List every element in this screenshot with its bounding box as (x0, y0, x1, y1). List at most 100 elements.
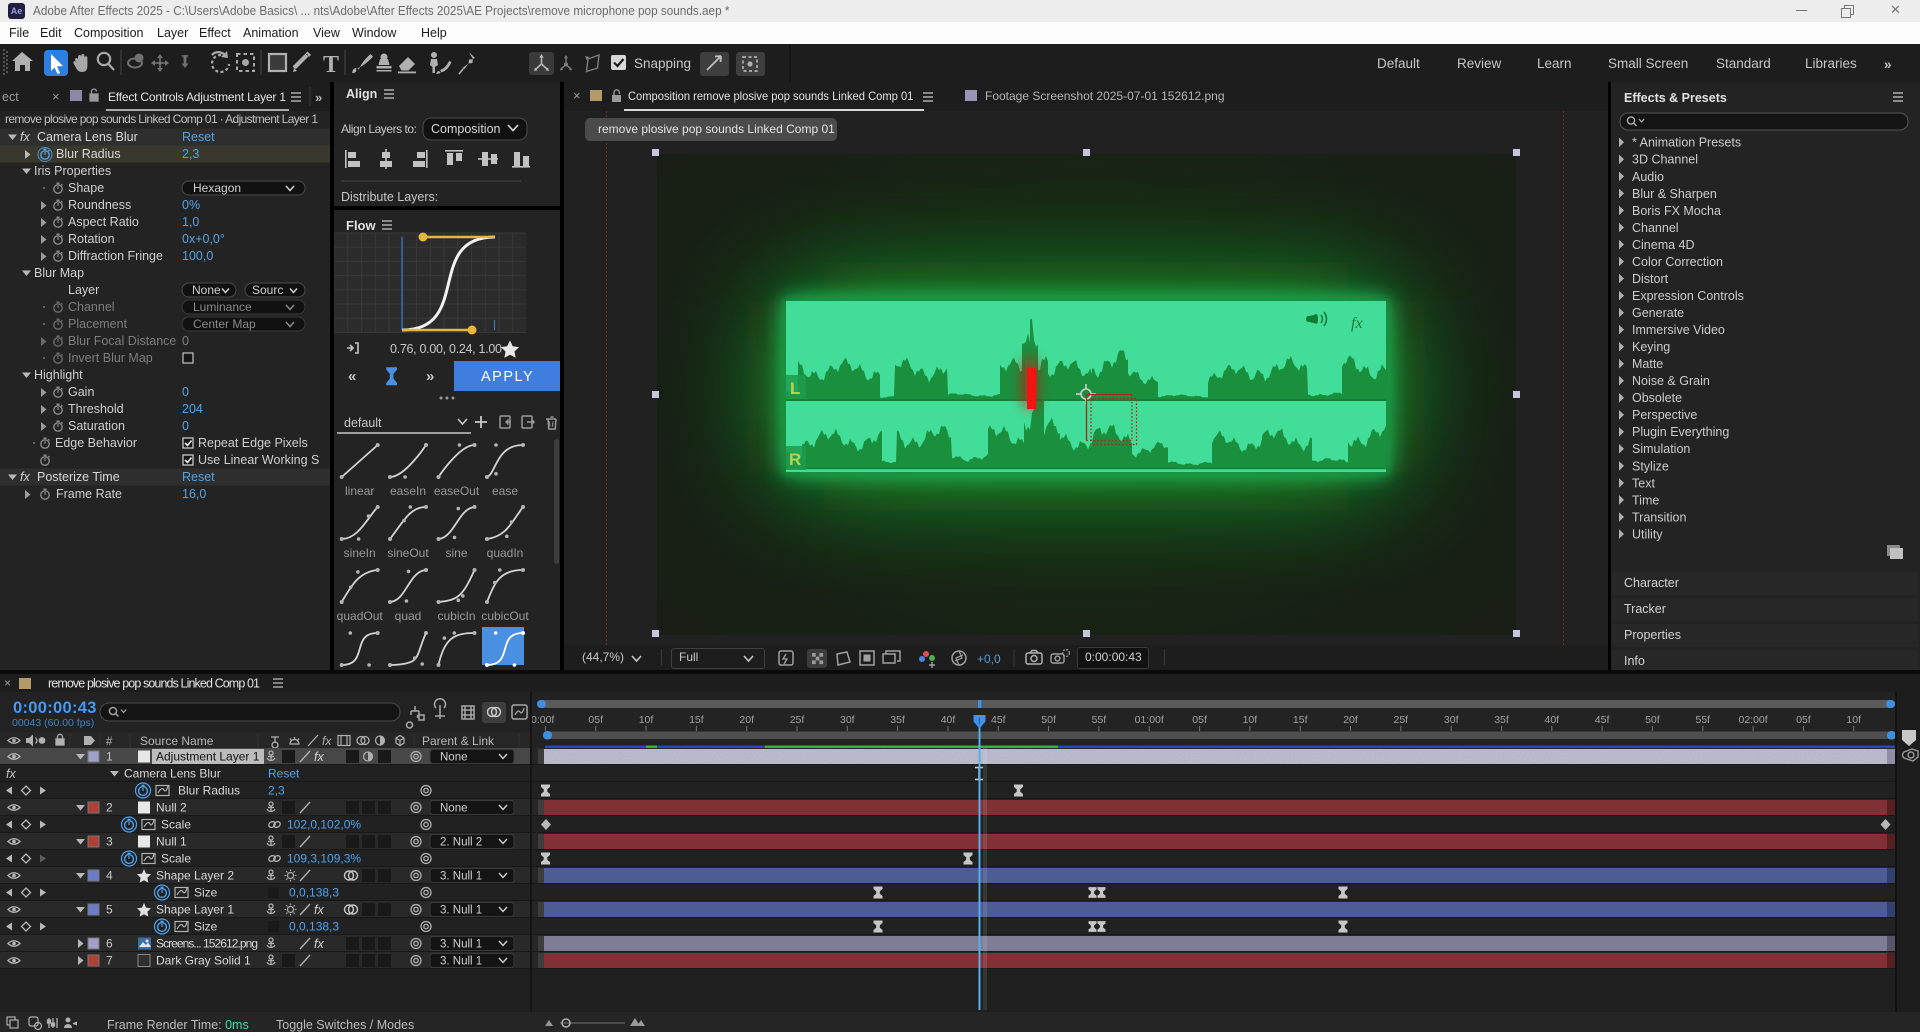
svg-text:Utility: Utility (1632, 527, 1663, 541)
svg-text:Channel: Channel (1632, 221, 1679, 235)
svg-text:Screens... 152612.png: Screens... 152612.png (156, 937, 258, 951)
svg-text:Learn: Learn (1537, 56, 1572, 71)
svg-text:+0,0: +0,0 (977, 652, 1001, 666)
svg-text:Reset: Reset (268, 767, 300, 781)
svg-text:3: 3 (106, 835, 113, 849)
svg-text:6: 6 (106, 937, 113, 951)
svg-text:Standard: Standard (1716, 56, 1771, 71)
svg-text:Obsolete: Obsolete (1632, 391, 1682, 405)
svg-text:Reset: Reset (182, 470, 215, 484)
svg-text:Generate: Generate (1632, 306, 1684, 320)
svg-text:default: default (344, 416, 382, 430)
svg-text:Distribute Layers:: Distribute Layers: (341, 190, 438, 204)
svg-text:02:00f: 02:00f (1738, 714, 1767, 726)
svg-text:01:00f: 01:00f (1135, 714, 1164, 726)
svg-text:Effect Controls Adjustment Lay: Effect Controls Adjustment Layer 1 (108, 90, 286, 104)
svg-text:sineOut: sineOut (387, 546, 429, 560)
svg-text:15f: 15f (1293, 714, 1308, 726)
svg-text:50f: 50f (1041, 714, 1056, 726)
svg-text:35f: 35f (890, 714, 905, 726)
svg-text:Camera Lens Blur: Camera Lens Blur (124, 767, 221, 781)
svg-text:0,0,138,3: 0,0,138,3 (289, 886, 339, 900)
svg-text:0: 0 (182, 334, 189, 348)
svg-text:Align Layers to:: Align Layers to: (341, 122, 417, 136)
svg-text:quad: quad (395, 609, 422, 623)
svg-text:Shape: Shape (68, 181, 104, 195)
svg-text:Layer: Layer (68, 283, 99, 297)
svg-text:Review: Review (1457, 56, 1502, 71)
svg-text:0x+0,0°: 0x+0,0° (182, 232, 225, 246)
svg-text:Blur & Sharpen: Blur & Sharpen (1632, 187, 1717, 201)
svg-text:20f: 20f (1343, 714, 1358, 726)
svg-text:easeIn: easeIn (390, 484, 426, 498)
svg-text:35f: 35f (1494, 714, 1509, 726)
svg-text:3D Channel: 3D Channel (1632, 153, 1698, 167)
svg-text:Roundness: Roundness (68, 198, 131, 212)
svg-text:2,3: 2,3 (268, 784, 285, 798)
svg-text:remove plosive pop sounds Link: remove plosive pop sounds Linked Comp 01… (5, 112, 318, 126)
svg-text:Stylize: Stylize (1632, 459, 1669, 473)
svg-text:Invert Blur Map: Invert Blur Map (68, 351, 153, 365)
svg-text:»: » (426, 368, 434, 385)
svg-text:sineIn: sineIn (344, 546, 376, 560)
svg-text:55f: 55f (1695, 714, 1710, 726)
svg-text:Blur Radius: Blur Radius (178, 784, 240, 798)
svg-text:Default: Default (1377, 56, 1420, 71)
svg-text:10f: 10f (1846, 714, 1861, 726)
svg-text:Camera Lens Blur: Camera Lens Blur (37, 130, 138, 144)
svg-text:20f: 20f (739, 714, 754, 726)
svg-text:0: 0 (182, 385, 189, 399)
svg-text:5: 5 (106, 903, 113, 917)
svg-text:None: None (192, 283, 221, 297)
svg-text:quadOut: quadOut (337, 609, 384, 623)
svg-text:Frame Rate: Frame Rate (56, 487, 122, 501)
svg-text:None: None (440, 752, 468, 764)
svg-text:R: R (789, 450, 801, 469)
svg-text:40f: 40f (941, 714, 956, 726)
svg-text:Boris FX Mocha: Boris FX Mocha (1632, 204, 1721, 218)
svg-text:Shape Layer 2: Shape Layer 2 (156, 869, 234, 883)
svg-text:»: » (1884, 57, 1892, 72)
svg-text:55f: 55f (1092, 714, 1107, 726)
svg-text:Adjustment Layer 1: Adjustment Layer 1 (156, 750, 260, 764)
svg-text:10f: 10f (1243, 714, 1258, 726)
svg-text:4: 4 (106, 869, 113, 883)
svg-text:Center Map: Center Map (193, 317, 256, 331)
svg-text:Color Correction: Color Correction (1632, 255, 1723, 269)
svg-text:Size: Size (194, 886, 218, 900)
svg-text:Scale: Scale (161, 818, 191, 832)
svg-text:Small Screen: Small Screen (1608, 56, 1688, 71)
svg-text:Blur Map: Blur Map (34, 266, 84, 280)
svg-text:ease: ease (492, 484, 518, 498)
svg-text:3. Null 1: 3. Null 1 (440, 905, 482, 917)
svg-text:fx: fx (314, 937, 324, 951)
svg-text:1: 1 (106, 750, 113, 764)
svg-text:100,0: 100,0 (182, 249, 213, 263)
svg-text:3. Null 1: 3. Null 1 (440, 871, 482, 883)
svg-text:50f: 50f (1645, 714, 1660, 726)
svg-text:30f: 30f (840, 714, 855, 726)
svg-text:Posterize Time: Posterize Time (37, 470, 120, 484)
svg-text:quadIn: quadIn (487, 546, 524, 560)
svg-text:05f: 05f (1192, 714, 1207, 726)
svg-text:Dark Gray Solid 1: Dark Gray Solid 1 (156, 954, 251, 968)
svg-text:fx: fx (6, 767, 16, 781)
svg-text:Size: Size (194, 920, 218, 934)
svg-text:3. Null 1: 3. Null 1 (440, 939, 482, 951)
svg-text:Gain: Gain (68, 385, 94, 399)
svg-text:Null 2: Null 2 (156, 801, 187, 815)
svg-text:Shape Layer 1: Shape Layer 1 (156, 903, 234, 917)
svg-text:Align: Align (346, 87, 377, 101)
svg-text:Noise & Grain: Noise & Grain (1632, 374, 1710, 388)
svg-text:7: 7 (106, 954, 113, 968)
svg-text:Highlight: Highlight (34, 368, 83, 382)
svg-text:109,3,109,3%: 109,3,109,3% (287, 852, 361, 866)
svg-text:Perspective: Perspective (1632, 408, 1697, 422)
svg-text:Libraries: Libraries (1805, 56, 1857, 71)
svg-text:0,0,138,3: 0,0,138,3 (289, 920, 339, 934)
svg-text:Blur Focal Distance: Blur Focal Distance (68, 334, 176, 348)
svg-text:×: × (52, 89, 60, 104)
svg-text:Rotation: Rotation (68, 232, 115, 246)
svg-text:Composition: Composition (431, 122, 501, 136)
svg-text:«: « (348, 368, 356, 385)
